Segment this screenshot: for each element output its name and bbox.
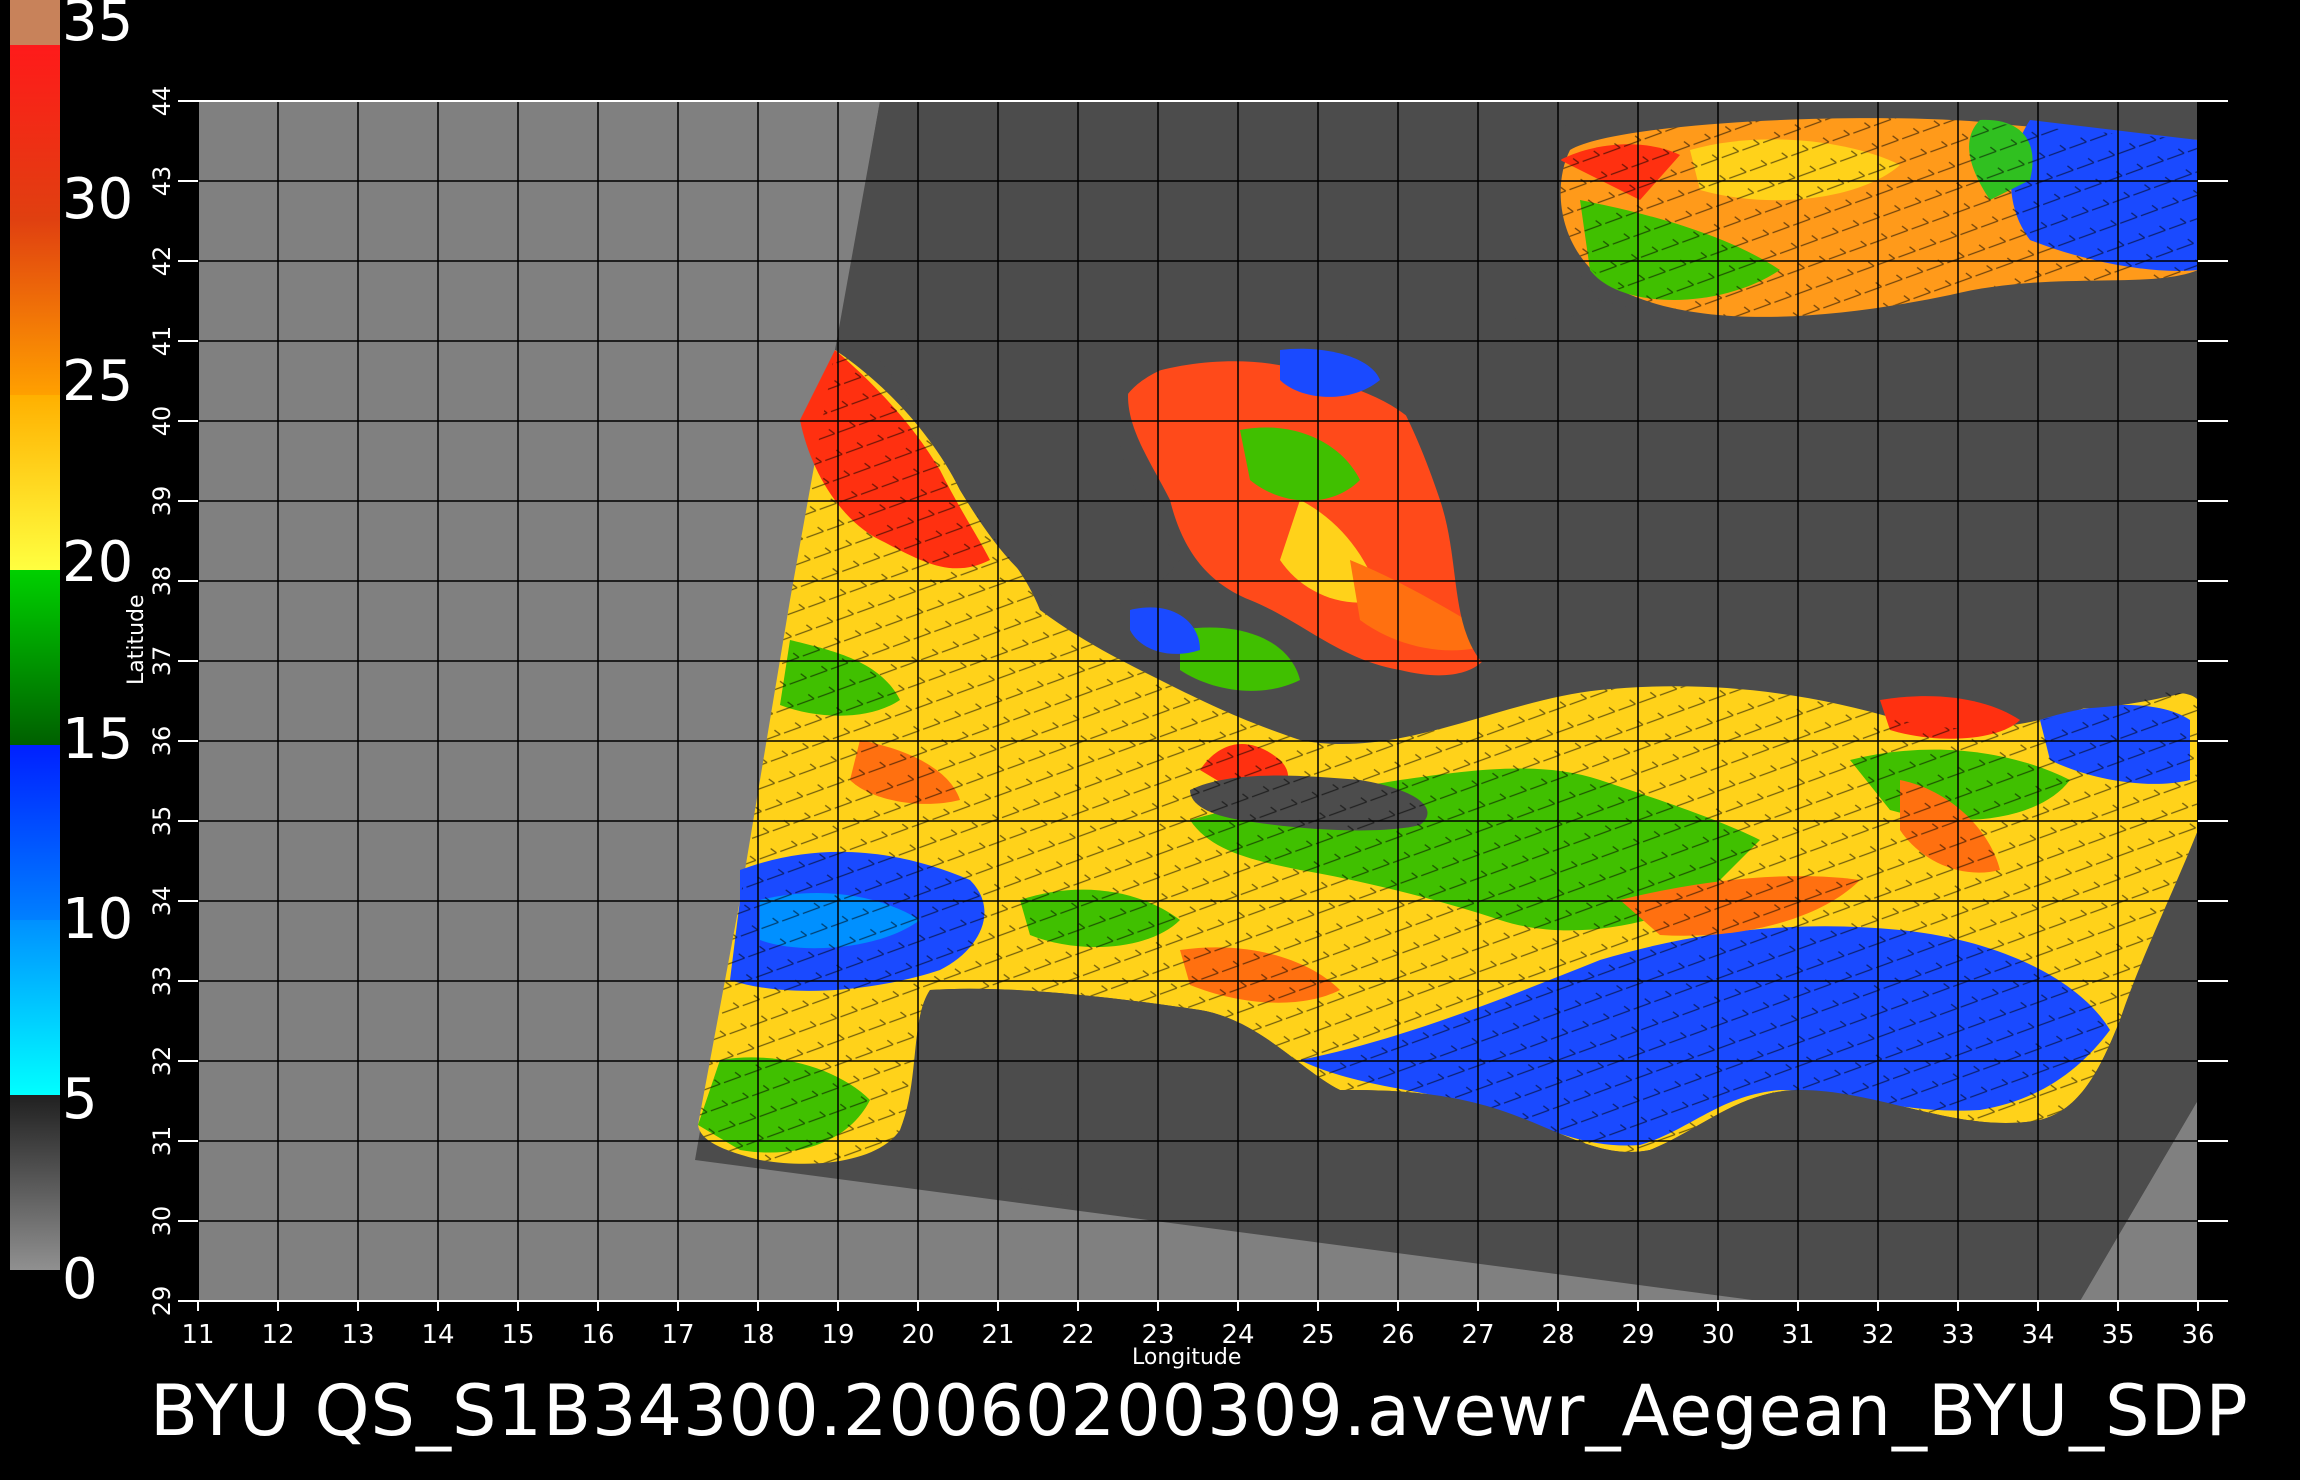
- x-tick-label: 16: [581, 1320, 614, 1350]
- x-tick-label: 14: [421, 1320, 454, 1350]
- y-axis-label: Latitude: [124, 594, 149, 685]
- y-tick-label: 38: [148, 566, 176, 597]
- wind-speed-map: 11 12 13 14 15 16 17 18 19 20 21 22 23 24 25 26 27 28 29 30…: [148, 86, 2228, 1350]
- x-tick-label: 27: [1461, 1320, 1494, 1350]
- x-tick-label: 36: [2181, 1320, 2214, 1350]
- x-tick-label: 18: [741, 1320, 774, 1350]
- x-tick-label: 31: [1781, 1320, 1814, 1350]
- x-tick-label: 11: [181, 1320, 214, 1350]
- x-tick-label: 28: [1541, 1320, 1574, 1350]
- x-tick-label: 32: [1861, 1320, 1894, 1350]
- x-tick-label: 21: [981, 1320, 1014, 1350]
- product-filename: BYU QS_S1B34300.20060200309.avewr_Aegean…: [150, 1370, 2249, 1452]
- x-tick-label: 22: [1061, 1320, 1094, 1350]
- x-tick-label: 30: [1701, 1320, 1734, 1350]
- x-tick-label: 12: [261, 1320, 294, 1350]
- y-tick-label: 39: [148, 486, 176, 517]
- x-tick-label: 29: [1621, 1320, 1654, 1350]
- y-tick-label: 43: [148, 166, 176, 197]
- y-tick-label: 32: [148, 1046, 176, 1077]
- x-tick-label: 34: [2021, 1320, 2054, 1350]
- x-tick-label: 19: [821, 1320, 854, 1350]
- y-tick-label: 33: [148, 966, 176, 997]
- x-tick-label: 17: [661, 1320, 694, 1350]
- y-tick-label: 36: [148, 726, 176, 757]
- x-tick-label: 20: [901, 1320, 934, 1350]
- y-tick-label: 34: [148, 886, 176, 917]
- x-tick-label: 15: [501, 1320, 534, 1350]
- y-tick-label: 40: [148, 406, 176, 437]
- x-axis-label: Longitude: [1132, 1345, 1242, 1370]
- y-tick-label: 42: [148, 246, 176, 277]
- x-tick-label: 13: [341, 1320, 374, 1350]
- y-tick-label: 31: [148, 1126, 176, 1157]
- y-tick-label: 41: [148, 326, 176, 357]
- x-tick-label: 35: [2101, 1320, 2134, 1350]
- y-tick-label: 30: [148, 1206, 176, 1237]
- y-tick-label: 37: [148, 646, 176, 677]
- y-tick-label: 44: [148, 86, 176, 117]
- x-tick-label: 33: [1941, 1320, 1974, 1350]
- y-tick-label: 29: [148, 1286, 176, 1317]
- x-tick-label: 25: [1301, 1320, 1334, 1350]
- x-tick-label: 26: [1381, 1320, 1414, 1350]
- y-tick-label: 35: [148, 806, 176, 837]
